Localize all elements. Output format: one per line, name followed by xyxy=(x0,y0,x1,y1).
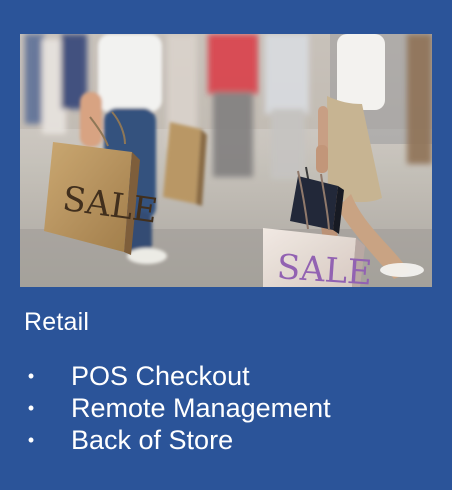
feature-back-of-store: Back of Store xyxy=(71,425,234,455)
bullet-icon: • xyxy=(27,398,35,418)
retail-card: SALE SALE Retail • POS Checkout • Remote… xyxy=(0,0,452,490)
shopping-photo: SALE SALE xyxy=(20,34,432,287)
bullet-icon: • xyxy=(27,366,35,386)
feature-remote-management: Remote Management xyxy=(71,393,331,423)
shopping-scene-image: SALE SALE xyxy=(20,34,432,287)
bullet-icon: • xyxy=(27,430,35,450)
feature-pos-checkout: POS Checkout xyxy=(71,361,250,391)
card-title: Retail xyxy=(24,308,90,336)
